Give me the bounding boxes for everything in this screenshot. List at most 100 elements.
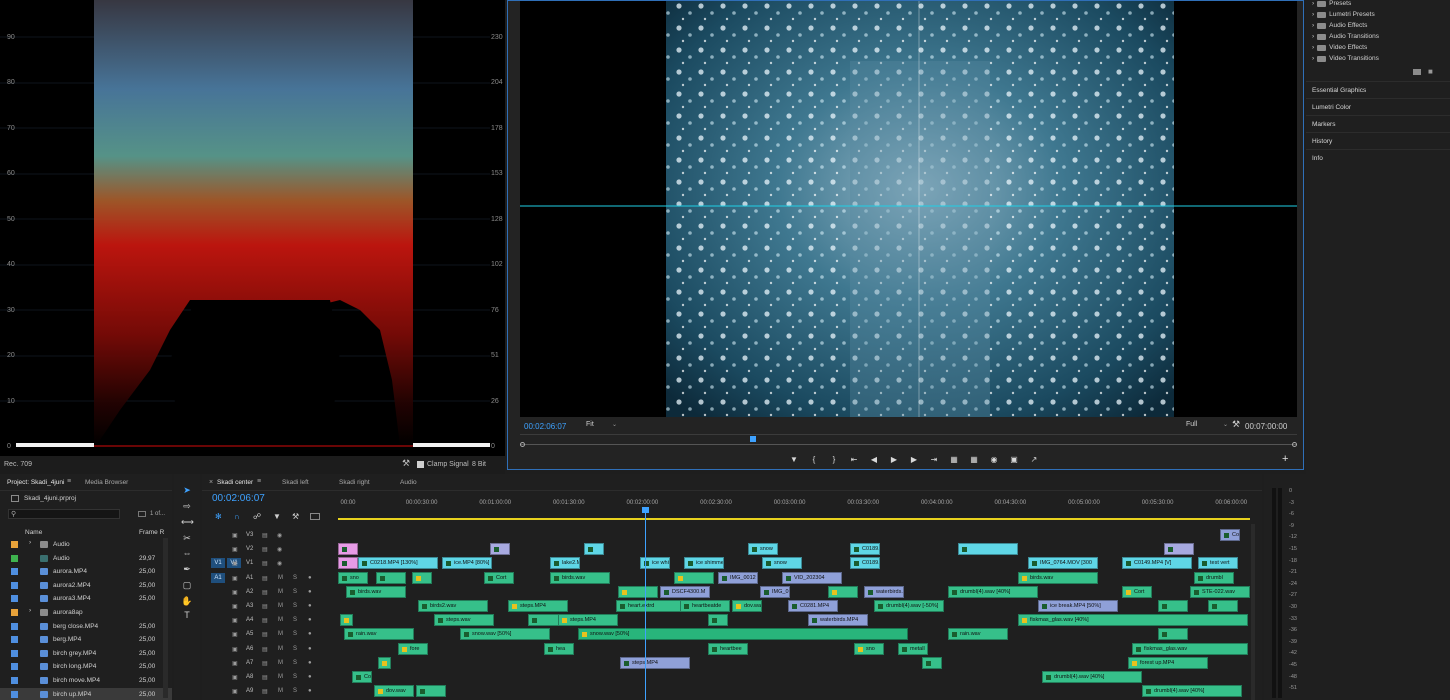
mark-in-icon[interactable]: { [808,454,820,466]
project-item[interactable]: birch long.MP4 25,00 [0,660,172,673]
export-icon[interactable]: ↗ [1028,454,1040,466]
microphone-icon[interactable]: ● [308,603,312,609]
video-clip[interactable]: C0189.M [850,543,880,556]
captions-icon[interactable] [310,513,320,520]
video-clip[interactable] [584,543,604,556]
audio-clip[interactable] [1158,628,1188,641]
effects-folder-video-effects[interactable]: › Video Effects [1312,42,1367,53]
microphone-icon[interactable]: ● [308,617,312,623]
playback-resolution-select[interactable]: Full [1186,421,1220,431]
tab-media-browser[interactable]: Media Browser [85,479,128,486]
eye-icon[interactable]: ◉ [277,546,282,553]
video-clip[interactable]: ice break.MP4 [50%] [1038,600,1118,612]
video-clip[interactable]: C0189.M [850,557,880,570]
video-clip[interactable]: C0218.MP4 [130%] [358,557,438,570]
track-header-v2[interactable]: ▣ V2 ▤ ◉ [202,543,336,556]
video-clip[interactable] [338,543,358,556]
audio-clip[interactable]: dov.wav [732,600,762,612]
audio-clip[interactable]: snow.wav [50%] [578,628,908,641]
razor-tool-icon[interactable]: ✂ [181,532,193,544]
sync-lock-icon[interactable]: ▤ [262,603,268,610]
project-item[interactable]: Audio › [0,538,172,551]
solo-button[interactable]: S [293,688,297,694]
effects-folder-presets[interactable]: › Presets [1312,0,1351,9]
video-clip[interactable] [1164,543,1194,556]
section-history[interactable]: History [1306,132,1450,149]
source-patch[interactable]: A1 [211,572,225,583]
marker-icon[interactable]: ▼ [788,454,800,466]
video-clip[interactable] [958,543,1018,556]
selection-tool-icon[interactable]: ➤ [181,484,193,496]
mute-button[interactable]: M [278,646,283,652]
mute-button[interactable]: M [278,688,283,694]
sync-lock-icon[interactable]: ▤ [262,546,268,553]
sync-lock-icon[interactable]: ▤ [262,660,268,667]
tab-sequence-skadi-center[interactable]: Skadi center [217,479,253,486]
project-search-input[interactable]: ⚲ [8,509,120,519]
sync-lock-icon[interactable]: ▤ [262,646,268,653]
track-header-v3[interactable]: ▣ V3 ▤ ◉ [202,529,336,542]
lock-icon[interactable]: ▣ [232,660,238,667]
track-header-a4[interactable]: ▣ A4 ▤ M S ● [202,614,336,627]
audio-clip[interactable]: heart.extrd [616,600,686,612]
track-header-a9[interactable]: ▣ A9 ▤ M S ● [202,685,336,698]
project-item[interactable]: aurora8ap › [0,606,172,619]
project-item[interactable]: birch move.MP4 25,00 [0,674,172,687]
audio-clip[interactable]: steps.MP4 [508,600,568,612]
video-clip[interactable]: ice shimmer.MP [684,557,724,570]
wrench-icon[interactable]: ⚒ [292,512,299,521]
video-clip[interactable]: test vert [1198,557,1238,570]
audio-clip[interactable] [1208,600,1238,612]
project-item[interactable]: aurora2.MP4 25,00 [0,579,172,592]
microphone-icon[interactable]: ● [308,575,312,581]
video-clip[interactable]: ice.MP4 [80%] [442,557,492,570]
mute-button[interactable]: M [278,603,283,609]
effects-folder-audio-effects[interactable]: › Audio Effects [1312,20,1367,31]
section-essential-graphics[interactable]: Essential Graphics [1306,81,1450,98]
rectangle-tool-icon[interactable]: ▢ [181,579,193,591]
solo-button[interactable]: S [293,646,297,652]
audio-clip[interactable]: birds.wav [1018,571,1098,584]
label-color-swatch[interactable] [11,541,18,548]
audio-clip[interactable]: drumbl(4).wav [40%] [1142,685,1242,698]
solo-button[interactable]: S [293,575,297,581]
lock-icon[interactable]: ▣ [232,532,238,539]
microphone-icon[interactable]: ● [308,589,312,595]
chevron-down-icon[interactable]: ⌄ [1223,421,1228,428]
effects-folder-audio-transitions[interactable]: › Audio Transitions [1312,31,1379,42]
video-clip[interactable]: snow [748,543,778,556]
microphone-icon[interactable]: ● [308,631,312,637]
playhead-marker[interactable] [750,436,756,442]
lock-icon[interactable]: ▣ [232,631,238,638]
project-item[interactable]: berg close.MP4 25,00 [0,620,172,633]
snap-icon[interactable]: ∩ [234,512,240,521]
clamp-checkbox[interactable] [417,461,424,468]
track-header-a6[interactable]: ▣ A6 ▤ M S ● [202,643,336,656]
solo-button[interactable]: S [293,589,297,595]
audio-clip[interactable]: birds2.wav [418,600,488,612]
project-item[interactable]: berg.MP4 25,00 [0,633,172,646]
mute-button[interactable]: M [278,631,283,637]
audio-clip[interactable] [412,571,432,584]
source-patch[interactable]: V1 [211,558,225,569]
timeline-playhead[interactable] [645,512,646,700]
chevron-right-icon[interactable]: › [29,607,31,614]
track-header-a7[interactable]: ▣ A7 ▤ M S ● [202,657,336,670]
lock-icon[interactable]: ▣ [232,546,238,553]
label-color-swatch[interactable] [11,609,18,616]
playhead-handle[interactable] [642,507,649,513]
solo-button[interactable]: S [293,603,297,609]
video-clip[interactable]: waterbirds.MP4 [808,614,868,627]
video-clip[interactable]: VID_202304 [782,571,842,584]
mute-button[interactable]: M [278,674,283,680]
effects-folder-lumetri-presets[interactable]: › Lumetri Presets [1312,9,1375,20]
audio-clip[interactable]: fiskmas_glas.wav [1132,642,1248,655]
lock-icon[interactable]: ▣ [232,617,238,624]
project-item[interactable]: aurora3.MP4 25,00 [0,592,172,605]
video-clip[interactable]: IMG_0764.MOV [300 [1028,557,1098,570]
sync-lock-icon[interactable]: ▤ [262,617,268,624]
program-video-frame[interactable] [520,1,1297,417]
audio-clip[interactable]: sno [338,571,368,584]
audio-clip[interactable]: drumbl [1194,571,1234,584]
slip-tool-icon[interactable]: ⇔ [181,547,193,559]
